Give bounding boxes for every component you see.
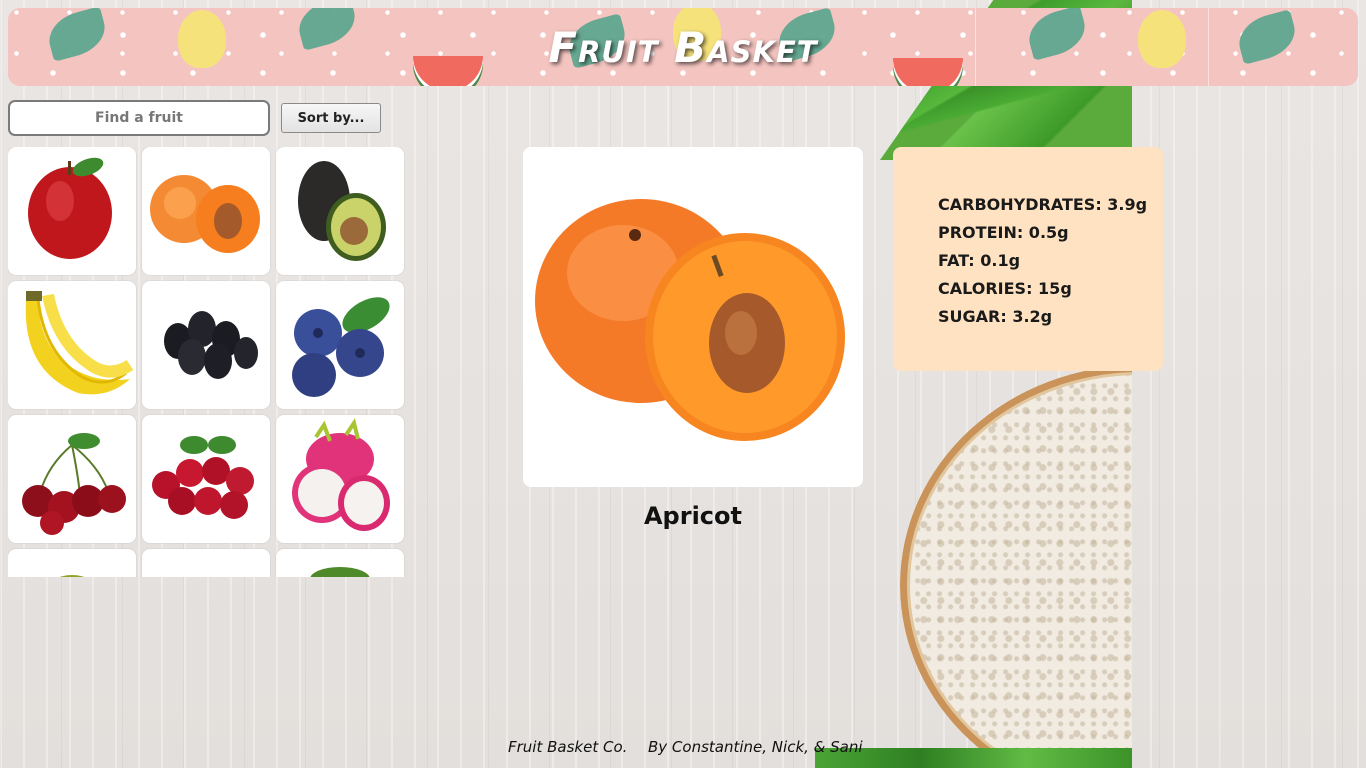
fruit-grid[interactable]	[8, 147, 408, 577]
cranberry-tile[interactable]	[142, 415, 270, 543]
dragonfruit-image	[292, 418, 390, 531]
fruit-image	[142, 549, 270, 577]
carbohydrates-value: CARBOHYDRATES: 3.9g	[938, 195, 1148, 214]
selected-fruit-image	[523, 147, 863, 487]
apple-tile[interactable]	[8, 147, 136, 275]
page-title: Fruit Basket	[548, 22, 818, 72]
blueberry-tile[interactable]	[276, 281, 404, 409]
nutrition-card: CARBOHYDRATES: 3.9g PROTEIN: 0.5g FAT: 0…	[893, 147, 1163, 371]
durian-image	[59, 575, 85, 577]
banana-image	[25, 291, 134, 395]
calories-value: CALORIES: 15g	[938, 279, 1072, 298]
fruit-tile[interactable]	[276, 549, 404, 577]
search-input[interactable]	[8, 100, 270, 136]
banana-tile[interactable]	[8, 281, 136, 409]
header-banner: Fruit Basket	[8, 8, 1358, 86]
footer-credits: By Constantine, Nick, & Sani	[648, 738, 863, 756]
durian-tile[interactable]	[8, 549, 136, 577]
apricot-tile[interactable]	[142, 147, 270, 275]
footer-company: Fruit Basket Co.	[508, 738, 628, 756]
sort-button[interactable]: Sort by...	[281, 103, 381, 133]
blackberry-image	[164, 311, 258, 379]
blackberry-tile[interactable]	[142, 281, 270, 409]
fruit-tile[interactable]	[142, 549, 270, 577]
avocado-image	[298, 161, 386, 261]
apricot-image	[150, 175, 260, 253]
cherry-tile[interactable]	[8, 415, 136, 543]
avocado-tile[interactable]	[276, 147, 404, 275]
bread-decoration	[900, 365, 1132, 750]
fat-value: FAT: 0.1g	[938, 251, 1021, 270]
selected-fruit-name: Apricot	[643, 502, 742, 530]
fruit-image	[310, 567, 370, 577]
apple-image	[28, 157, 112, 259]
protein-value: PROTEIN: 0.5g	[938, 223, 1069, 242]
cranberry-image	[152, 436, 254, 519]
sugar-value: SUGAR: 3.2g	[938, 307, 1053, 326]
apricot-image	[535, 199, 845, 441]
blueberry-image	[292, 297, 390, 397]
footer: Fruit Basket Co. By Constantine, Nick, &…	[0, 738, 1366, 758]
dragonfruit-tile[interactable]	[276, 415, 404, 543]
cherry-image	[22, 433, 126, 535]
